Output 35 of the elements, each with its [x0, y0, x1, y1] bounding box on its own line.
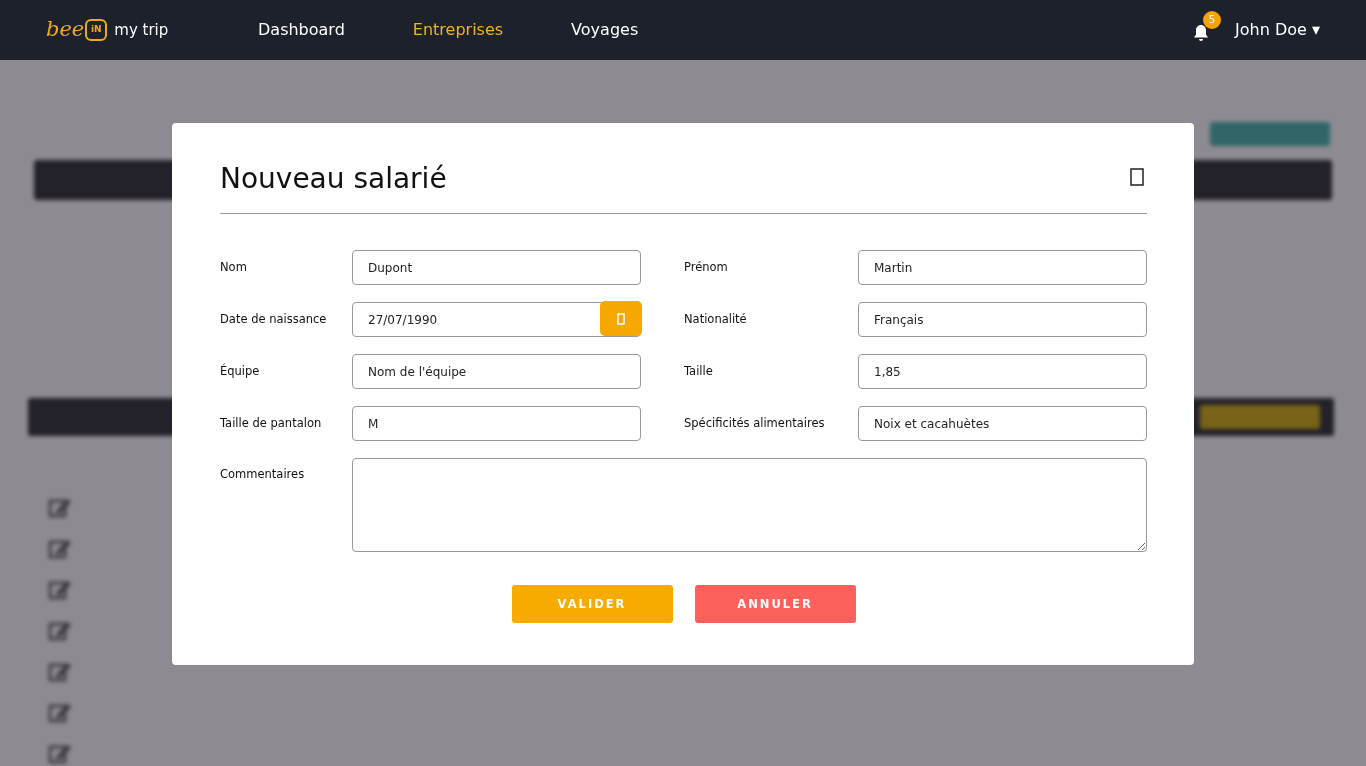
field-label: Nom [220, 259, 248, 277]
input-field[interactable]: Nom de l'équipe [352, 354, 641, 390]
edit-icon [48, 660, 72, 683]
field-label: Nationalité [683, 311, 748, 329]
nav-link[interactable]: Entreprises [412, 18, 504, 42]
nav-link[interactable]: Voyages [571, 18, 639, 42]
logo-script: bee [46, 16, 85, 44]
input-field[interactable]: Martin [858, 250, 1147, 286]
field-label: Taille de pantalon [220, 415, 323, 433]
nav-link[interactable]: Dashboard [258, 18, 345, 42]
logo-text: my trip [114, 19, 169, 41]
field-label: Spécificités alimentaires [683, 415, 826, 433]
edit-icon [48, 701, 72, 724]
edit-icon [48, 537, 72, 560]
edit-icon [48, 578, 72, 601]
field-label: Prénom [683, 259, 729, 277]
input-field[interactable]: Noix et cacahuètes [858, 406, 1147, 442]
field-label: Date de naissance [220, 311, 328, 329]
edit-icon [48, 742, 72, 765]
input-field[interactable]: M [352, 406, 641, 442]
field-label: Commentaires [220, 466, 306, 484]
field-label: Taille [683, 363, 714, 381]
comments-field[interactable] [352, 458, 1147, 553]
modal-title: Nouveau salarié [220, 161, 447, 197]
edit-icon [48, 619, 72, 642]
field-label: Équipe [220, 363, 261, 381]
input-field[interactable]: 1,85 [858, 354, 1147, 390]
user-menu[interactable]: John Doe ▾ [1235, 18, 1320, 42]
input-field[interactable]: Français [858, 302, 1147, 338]
logo-badge: iN [85, 19, 108, 41]
edit-icon [48, 496, 72, 519]
input-field[interactable]: Dupont [352, 250, 641, 286]
square-icon [1130, 167, 1144, 186]
square-icon [617, 312, 625, 325]
notification-count: 5 [1203, 11, 1222, 29]
